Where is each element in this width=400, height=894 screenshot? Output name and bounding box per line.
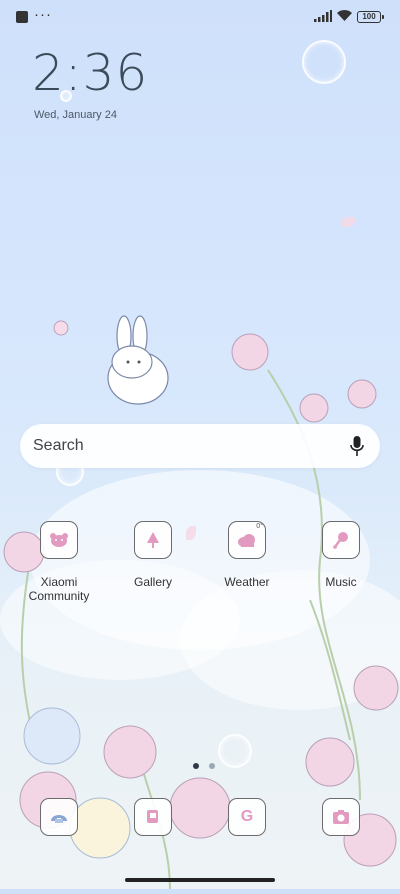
messages-icon (147, 810, 158, 823)
app-label: Gallery (133, 575, 172, 589)
clock-time[interactable]: 2:36 (32, 44, 148, 102)
more-notifications-icon: ··· (34, 6, 52, 23)
phone-icon (51, 815, 67, 823)
app-xiaomi-community[interactable]: Xiaomi Community (14, 521, 104, 603)
app-label: Music (325, 575, 357, 589)
google-icon: G (240, 808, 254, 825)
microphone-icon[interactable] (350, 435, 364, 457)
app-label: Xiaomi Community (28, 575, 90, 603)
app-music[interactable]: Music (296, 521, 386, 589)
page-dot[interactable] (209, 763, 216, 769)
bear-icon (40, 521, 78, 559)
weather-temp-badge: 0° (256, 523, 263, 530)
dock-google-app[interactable]: G (228, 798, 266, 836)
app-gallery[interactable]: Gallery (108, 521, 198, 589)
bubble-decoration (218, 734, 252, 768)
notification-icon (16, 11, 28, 23)
battery-level: 100 (362, 12, 376, 21)
camera-icon (333, 810, 349, 824)
clock-date[interactable]: Wed, January 24 (34, 109, 117, 121)
page-dot-active[interactable] (193, 763, 199, 769)
app-label: Weather (224, 575, 270, 589)
tree-icon (134, 521, 172, 559)
dock-phone-app[interactable] (40, 798, 78, 836)
music-note-icon (322, 521, 360, 559)
dock-camera-app[interactable] (322, 798, 360, 836)
gesture-nav-handle[interactable] (125, 878, 275, 882)
battery-icon: 100 (357, 11, 384, 23)
bubble-decoration (302, 40, 346, 84)
wifi-icon (337, 10, 352, 21)
dock-messages-app[interactable] (134, 798, 172, 836)
page-indicator[interactable] (190, 756, 218, 774)
search-bar[interactable]: Search (20, 424, 380, 468)
signal-icon (314, 10, 332, 22)
cloud-icon: 0° (228, 521, 266, 559)
search-label: Search (33, 437, 84, 454)
app-weather[interactable]: 0° Weather (202, 521, 292, 589)
status-bar: ··· 100 (0, 0, 400, 34)
